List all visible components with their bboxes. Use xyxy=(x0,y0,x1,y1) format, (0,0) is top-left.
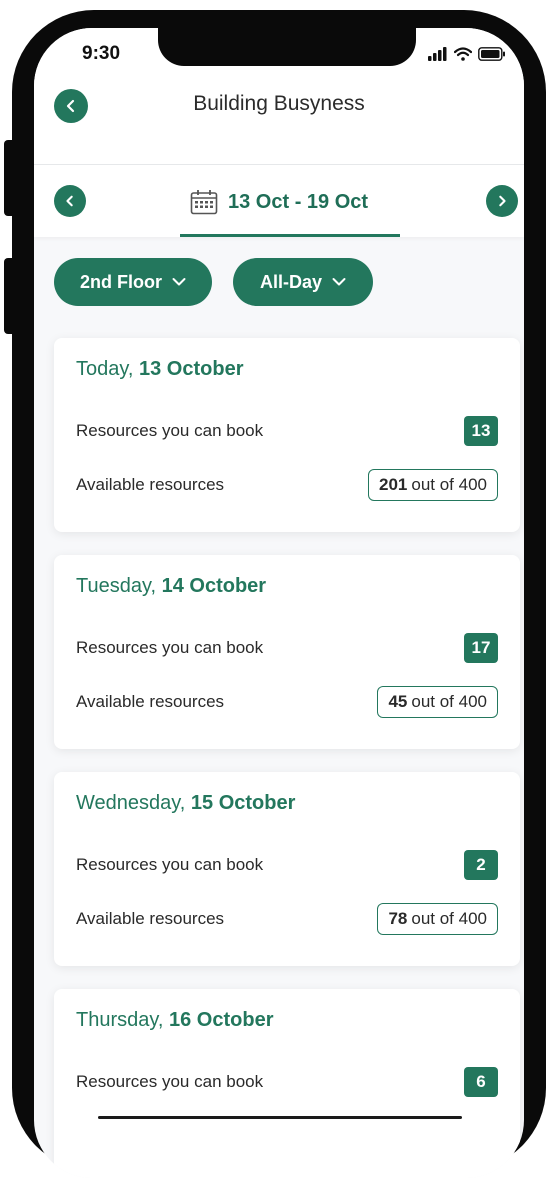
week-range-label: 13 Oct - 19 Oct xyxy=(228,190,369,213)
bookable-resources-label: Resources you can book xyxy=(76,855,264,874)
available-resources-label: Available resources xyxy=(76,909,225,928)
available-resources-label: Available resources xyxy=(76,475,225,494)
status-time: 9:30 xyxy=(82,43,121,64)
day-card[interactable]: Today, 13 October Resources you can book… xyxy=(54,338,520,532)
day-title: Tuesday, 14 October xyxy=(76,575,267,597)
week-selected-underline xyxy=(180,234,400,237)
wifi-icon xyxy=(454,47,472,61)
nav-header: Building Busyness xyxy=(34,84,524,165)
bookable-count-badge: 17 xyxy=(464,633,498,663)
chevron-down-icon xyxy=(332,278,346,286)
day-card[interactable]: Wednesday, 15 October Resources you can … xyxy=(54,772,520,966)
signal-icon xyxy=(428,47,447,61)
chevron-right-icon xyxy=(499,195,506,207)
day-card[interactable]: Tuesday, 14 October Resources you can bo… xyxy=(54,555,520,749)
home-indicator[interactable] xyxy=(98,1116,462,1119)
chevron-left-icon xyxy=(66,195,73,207)
time-filter-dropdown[interactable]: All-Day xyxy=(233,258,373,306)
bookable-count-badge: 6 xyxy=(464,1067,498,1097)
next-week-button[interactable] xyxy=(486,185,518,217)
calendar-icon xyxy=(190,190,218,215)
status-icons xyxy=(428,47,506,61)
floor-filter-dropdown[interactable]: 2nd Floor xyxy=(54,258,212,306)
battery-icon xyxy=(478,47,505,61)
day-title: Wednesday, 15 October xyxy=(76,792,296,814)
floor-filter-label: 2nd Floor xyxy=(80,271,162,292)
app-screen: 9:30 Building Busyness 13 Oct - 19 Oct 2… xyxy=(34,28,524,1178)
page-title: Building Busyness xyxy=(193,92,365,115)
bookable-count-badge: 2 xyxy=(464,850,498,880)
week-selector[interactable]: 13 Oct - 19 Oct xyxy=(190,189,368,215)
bookable-count-badge: 13 xyxy=(464,416,498,446)
phone-notch xyxy=(158,28,416,66)
day-title: Thursday, 16 October xyxy=(76,1009,274,1031)
available-resources-value: 45 out of 400 xyxy=(377,686,498,718)
day-title: Today, 13 October xyxy=(76,358,244,380)
chevron-down-icon xyxy=(172,278,186,286)
available-resources-label: Available resources xyxy=(76,692,225,711)
available-resources-value: 78 out of 400 xyxy=(377,903,498,935)
day-card[interactable]: Thursday, 16 October Resources you can b… xyxy=(54,989,520,1178)
bookable-resources-label: Resources you can book xyxy=(76,421,264,440)
time-filter-label: All-Day xyxy=(259,271,322,292)
bookable-resources-label: Resources you can book xyxy=(76,638,264,657)
week-navigator: 13 Oct - 19 Oct xyxy=(34,165,524,237)
available-resources-value: 201 out of 400 xyxy=(368,469,498,501)
bookable-resources-label: Resources you can book xyxy=(76,1072,264,1091)
previous-week-button[interactable] xyxy=(54,185,86,217)
